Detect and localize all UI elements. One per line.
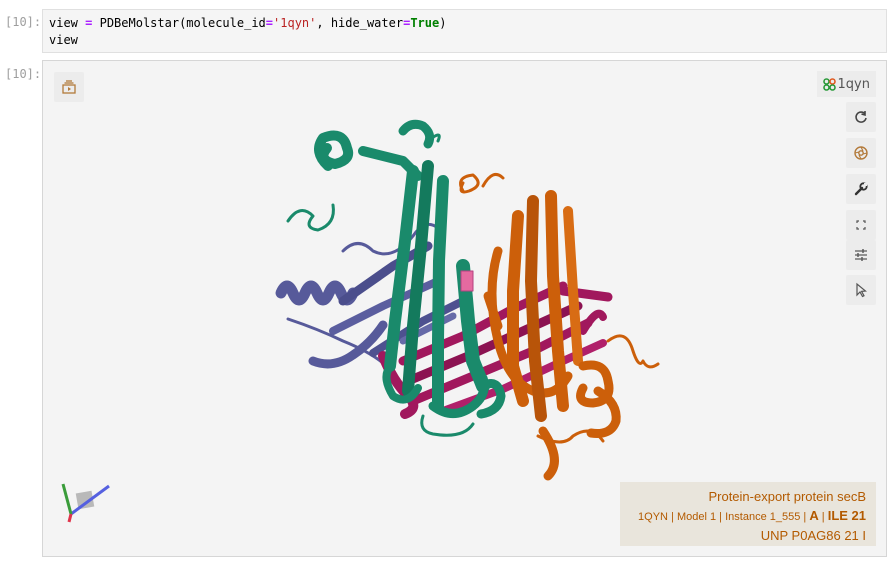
settings-button[interactable]: [846, 240, 876, 270]
code-string: '1qyn': [273, 16, 317, 30]
reset-icon: [855, 111, 867, 123]
select-cursor-icon: [856, 282, 867, 298]
uniprot-mapping: UNP P0AG86 21 I: [760, 528, 866, 543]
molecule-logo-icon: [822, 77, 836, 91]
structure-badge[interactable]: 1qyn: [816, 71, 876, 97]
screenshot-button[interactable]: [846, 138, 876, 168]
settings-sliders-icon: [855, 249, 867, 261]
wrench-icon: [854, 182, 868, 196]
structure-id: 1qyn: [837, 76, 870, 92]
controls-button[interactable]: [846, 174, 876, 204]
fullscreen-button[interactable]: [846, 210, 876, 240]
chain-label: A: [809, 508, 819, 523]
code-keyword: True: [410, 16, 440, 30]
residue-label: ILE 21: [827, 508, 866, 523]
highlighted-residue: [460, 270, 474, 292]
code-operator: =: [265, 16, 274, 30]
select-mode-button[interactable]: [846, 275, 876, 305]
pdb-id: 1QYN: [638, 511, 668, 523]
model-label: Model 1: [676, 511, 717, 523]
entity-name: Protein-export protein secB: [708, 489, 866, 504]
screenshot-icon: [854, 146, 868, 160]
code-variable: view: [49, 16, 78, 30]
fullscreen-icon: [856, 220, 866, 230]
residue-location: 1QYN | Model 1 | Instance 1_555 | A | IL…: [638, 508, 866, 523]
input-prompt: [10]:: [5, 15, 42, 29]
code-call: PDBeMolstar(molecule_id: [99, 16, 266, 30]
animation-button[interactable]: [54, 72, 84, 102]
highlight-info-panel: Protein-export protein secB 1QYN | Model…: [620, 482, 876, 546]
output-prompt: [10]:: [5, 67, 42, 81]
play-stack-icon: [62, 80, 76, 94]
code-line-2: view: [49, 33, 78, 47]
instance-label: Instance 1_555: [725, 511, 801, 523]
orientation-axes-icon: [61, 483, 110, 523]
code-paren: ): [439, 16, 447, 30]
code-operator: =: [85, 16, 93, 30]
code-arg: , hide_water: [316, 16, 404, 30]
molstar-viewer[interactable]: 1qyn Protein-export protein secB 1QYN | …: [42, 60, 887, 557]
code-cell[interactable]: view = PDBeMolstar(molecule_id='1qyn', h…: [42, 9, 887, 53]
code-line-1: view = PDBeMolstar(molecule_id='1qyn', h…: [49, 15, 880, 32]
reset-view-button[interactable]: [846, 102, 876, 132]
